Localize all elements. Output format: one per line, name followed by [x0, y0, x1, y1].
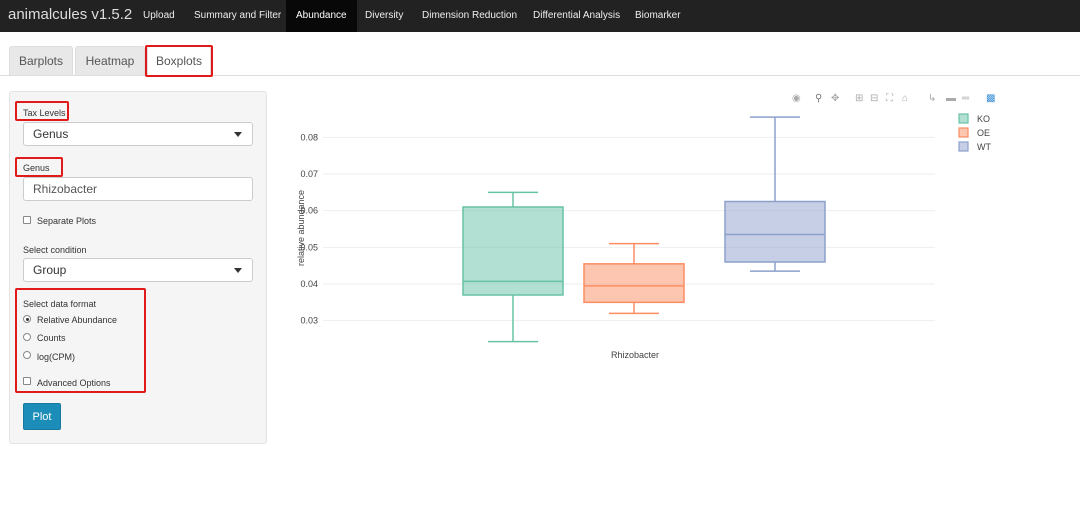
iqr-box — [724, 200, 826, 263]
radio-log-cpm[interactable] — [23, 351, 31, 359]
legend-label: OE — [977, 128, 990, 138]
condition-label: Select condition — [23, 245, 87, 255]
iqr-box — [583, 263, 685, 304]
separate-plots-checkbox[interactable] — [23, 216, 31, 224]
nav-diversity[interactable]: Diversity — [355, 0, 413, 32]
data-format-label: Select data format — [23, 299, 97, 309]
y-tick-label: 0.04 — [300, 279, 318, 289]
tax-levels-select[interactable]: Genus — [23, 122, 253, 146]
nav-abundance[interactable]: Abundance — [286, 0, 357, 32]
chevron-down-icon — [234, 132, 242, 137]
app-brand[interactable]: animalcules v1.5.2 — [8, 6, 132, 23]
box-wt — [724, 116, 826, 272]
counts-label: Counts — [37, 333, 66, 343]
y-tick-label: 0.07 — [300, 169, 318, 179]
radio-relative-abundance[interactable] — [23, 315, 31, 323]
legend-label: KO — [977, 114, 990, 124]
nav-biomarker[interactable]: Biomarker — [625, 0, 691, 32]
legend-swatch — [958, 141, 969, 152]
legend-swatch — [958, 113, 969, 124]
nav-upload[interactable]: Upload — [133, 0, 185, 32]
tab-barplots[interactable]: Barplots — [9, 46, 73, 75]
boxplot-chart: 0.030.040.050.060.070.08 KOOEWT Rhizobac… — [296, 113, 991, 360]
genus-input[interactable]: Rhizobacter — [23, 177, 253, 201]
x-axis-label: Rhizobacter — [611, 350, 659, 360]
chevron-down-icon — [234, 268, 242, 273]
nav-summary-filter[interactable]: Summary and Filter — [184, 0, 291, 32]
tab-heatmap[interactable]: Heatmap — [75, 46, 145, 75]
log-cpm-label: log(CPM) — [37, 352, 76, 362]
nav-differential-analysis[interactable]: Differential Analysis — [523, 0, 630, 32]
relative-abundance-label: Relative Abundance — [37, 315, 118, 325]
box-series — [462, 116, 826, 343]
separate-plots-label: Separate Plots — [37, 216, 97, 226]
box-oe — [583, 242, 685, 315]
tax-levels-value: Genus — [33, 127, 69, 141]
radio-counts[interactable] — [23, 333, 31, 341]
condition-select[interactable]: Group — [23, 258, 253, 282]
condition-value: Group — [33, 263, 67, 277]
y-tick-label: 0.03 — [300, 316, 318, 326]
highlight-boxplots-tab — [145, 45, 213, 77]
top-navbar: animalcules v1.5.2 Upload Summary and Fi… — [0, 0, 1080, 32]
plot-button[interactable]: Plot — [23, 403, 61, 430]
box-ko — [462, 191, 564, 343]
highlight-tax-levels — [15, 101, 69, 121]
advanced-options-label: Advanced Options — [37, 378, 111, 388]
chart-legend: KO OE WT — [958, 113, 991, 152]
highlight-genus — [15, 157, 63, 177]
nav-dimension-reduction[interactable]: Dimension Reduction — [412, 0, 527, 32]
y-axis-label: relative abundance — [296, 190, 306, 266]
legend-label: WT — [977, 142, 991, 152]
legend-swatch — [958, 127, 969, 138]
advanced-options-checkbox[interactable] — [23, 377, 31, 385]
y-tick-label: 0.08 — [300, 132, 318, 142]
